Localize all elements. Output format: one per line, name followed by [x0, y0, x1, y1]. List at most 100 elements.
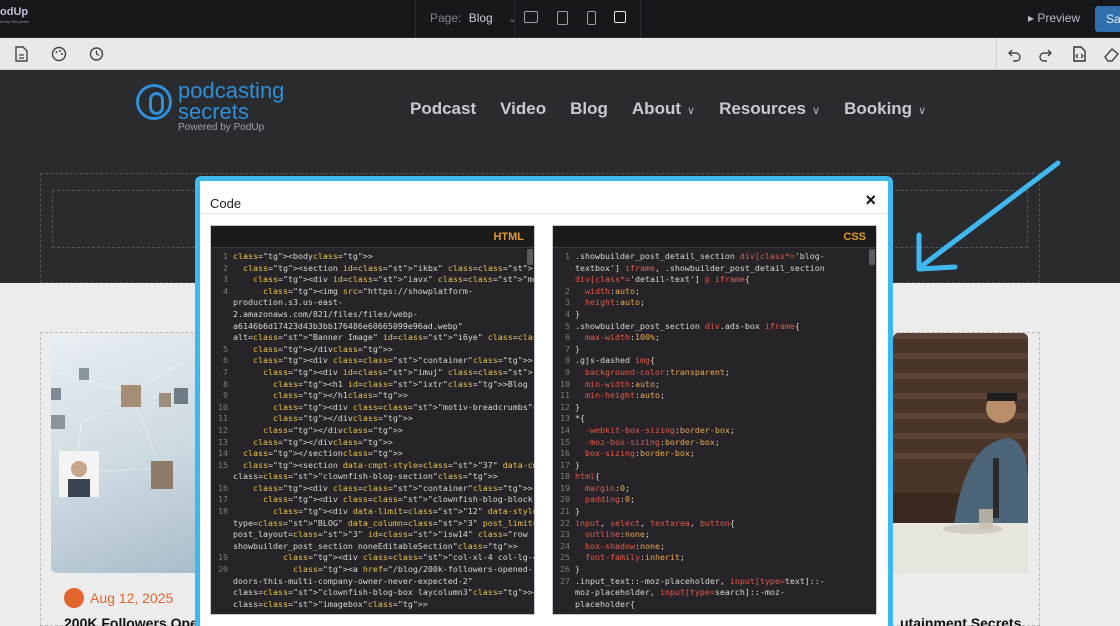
line-number: 24	[560, 540, 570, 551]
page-icon[interactable]	[12, 45, 30, 63]
undo-icon[interactable]	[1005, 45, 1023, 63]
code-line: 13 *{	[553, 413, 876, 425]
line-number: 12	[560, 401, 570, 412]
code-text: class="tg"><div data-limit=class="st">"1…	[272, 506, 535, 517]
modal-title: Code	[210, 196, 242, 211]
line-number: 19	[560, 482, 570, 493]
code-line: 10 class="tg"><div class=class="st">"mot…	[211, 402, 534, 414]
code-line: 18 class="tg"><div data-limit=class="st"…	[211, 506, 534, 518]
tablet-view-icon[interactable]	[557, 11, 568, 25]
code-line: 6 class="tg"><div class=class="st">"cont…	[211, 355, 534, 367]
line-number	[553, 599, 575, 611]
line-number: 5	[565, 320, 570, 331]
code-line: 20 class="tg"><a href="/blog/200k-follow…	[211, 564, 534, 576]
page-select[interactable]: Page: Blog ⌄	[430, 11, 516, 25]
desktop-view-icon[interactable]	[524, 11, 538, 23]
css-panel-label: CSS	[553, 226, 876, 248]
divider	[514, 0, 515, 38]
line-number: 8	[565, 355, 570, 366]
code-text: class="tg"><div class=class="st">"clownf…	[262, 494, 535, 505]
code-text: production.s3.us-east-	[233, 297, 343, 308]
preview-button[interactable]: ▸ Preview	[1028, 11, 1080, 25]
line-number: 13	[218, 436, 228, 447]
code-view-icon[interactable]	[1070, 45, 1088, 63]
code-text: input, select, textarea, button{	[575, 517, 735, 528]
line-number	[211, 297, 233, 309]
code-text: placeholder{	[575, 598, 635, 609]
code-text: padding:0;	[585, 494, 635, 505]
mobile-view-icon[interactable]	[587, 11, 596, 25]
code-line: div[class*='detail-text'] p iframe{	[553, 274, 876, 286]
blog-card-image[interactable]	[893, 333, 1028, 573]
code-text: moz-placeholder, input[type=search]::-mo…	[575, 587, 785, 598]
line-number: 3	[565, 297, 570, 308]
code-text: class="tg"><section id=class="st">"ikbx"…	[243, 262, 534, 273]
blog-card-title[interactable]: 200K Followers Ope	[64, 615, 198, 626]
code-text: }	[575, 459, 580, 470]
blog-card-image[interactable]	[51, 333, 201, 573]
nav-item-about[interactable]: About ∨	[632, 99, 695, 119]
code-text: max-width:100%;	[585, 332, 660, 343]
html-panel-label: HTML	[211, 226, 534, 248]
code-text: class="tg"></h1class="tg">>	[272, 390, 408, 401]
html-code-editor[interactable]: 1 class="tg"><bodyclass="tg">> 2 class="tg…	[211, 248, 534, 610]
editor-toolbar	[0, 38, 1120, 70]
code-line: 17}	[553, 460, 876, 472]
nav-item-podcast[interactable]: Podcast	[410, 99, 476, 119]
nav-item-booking[interactable]: Booking ∨	[844, 99, 926, 119]
line-number: 18	[218, 506, 228, 517]
nav-item-blog[interactable]: Blog	[570, 99, 608, 119]
line-number: 9	[223, 390, 228, 401]
line-number: 7	[223, 366, 228, 377]
code-line: 7}	[553, 344, 876, 356]
code-line: 9 background-color:transparent;	[553, 367, 876, 379]
chevron-down-icon: ∨	[687, 105, 696, 117]
code-text: box-shadow:none;	[585, 540, 665, 551]
css-code-panel[interactable]: CSS 1 .showbuilder_post_detail_section di…	[552, 225, 877, 615]
code-line: 4}	[553, 309, 876, 321]
line-number	[211, 599, 233, 611]
line-number: 17	[560, 459, 570, 470]
scrollbar[interactable]	[869, 249, 875, 265]
palette-icon[interactable]	[50, 45, 68, 63]
line-number: 13	[560, 413, 570, 424]
code-text: }	[575, 564, 580, 575]
code-text: class="tg"><div class=class="st">"contai…	[252, 482, 533, 493]
code-text: class="tg"></sectionclass="tg">>	[243, 448, 403, 459]
editor-logo[interactable]: odUp Every Storyteller	[0, 6, 34, 32]
scrollbar[interactable]	[527, 249, 533, 265]
code-text: html{	[575, 471, 600, 482]
close-icon[interactable]: ×	[865, 190, 876, 211]
code-line: 21}	[553, 506, 876, 518]
html-code-panel[interactable]: HTML 1 class="tg"><bodyclass="tg">> 2 clas…	[210, 225, 535, 615]
code-text: font-family:inherit;	[585, 552, 685, 563]
fullscreen-icon[interactable]	[614, 11, 626, 23]
history-icon[interactable]	[87, 45, 105, 63]
redo-icon[interactable]	[1037, 45, 1055, 63]
line-number	[211, 541, 233, 553]
code-line: 22 input, select, textarea, button{	[553, 518, 876, 530]
code-text: class="tg"><div id=class="st">"imuj" cla…	[262, 366, 535, 377]
code-line: 18 html{	[553, 471, 876, 483]
code-line: 2 width:auto;	[553, 286, 876, 298]
eraser-icon[interactable]	[1102, 45, 1120, 63]
line-number: 10	[218, 401, 228, 412]
code-line: 11 min-height:auto;	[553, 390, 876, 402]
blog-card-title[interactable]: utainment Secrets	[900, 615, 1021, 626]
code-text: class="tg"><div id=class="st">"iavx" cla…	[252, 274, 534, 285]
code-line: type=class="st">"BLOG" data_column=class…	[211, 518, 534, 530]
css-code-editor[interactable]: 1 .showbuilder_post_detail_section div[cl…	[553, 248, 876, 610]
line-number: 16	[218, 482, 228, 493]
code-text: .showbuilder_post_detail_section div[cla…	[575, 251, 825, 261]
divider	[640, 0, 641, 38]
line-number	[553, 263, 575, 275]
nav-item-video[interactable]: Video	[500, 99, 546, 119]
line-number	[211, 321, 233, 333]
code-text: -moz-box-sizing:border-box;	[585, 436, 720, 447]
code-text: class="tg"></divclass="tg">>	[252, 343, 393, 354]
nav-item-resources[interactable]: Resources ∨	[719, 99, 820, 119]
code-line: 27 .input_text::-moz-placeholder, input[t…	[553, 576, 876, 588]
code-line: 9 class="tg"></h1class="tg">>	[211, 390, 534, 402]
code-text: }	[575, 506, 580, 517]
save-button[interactable]: Sa	[1095, 6, 1120, 32]
